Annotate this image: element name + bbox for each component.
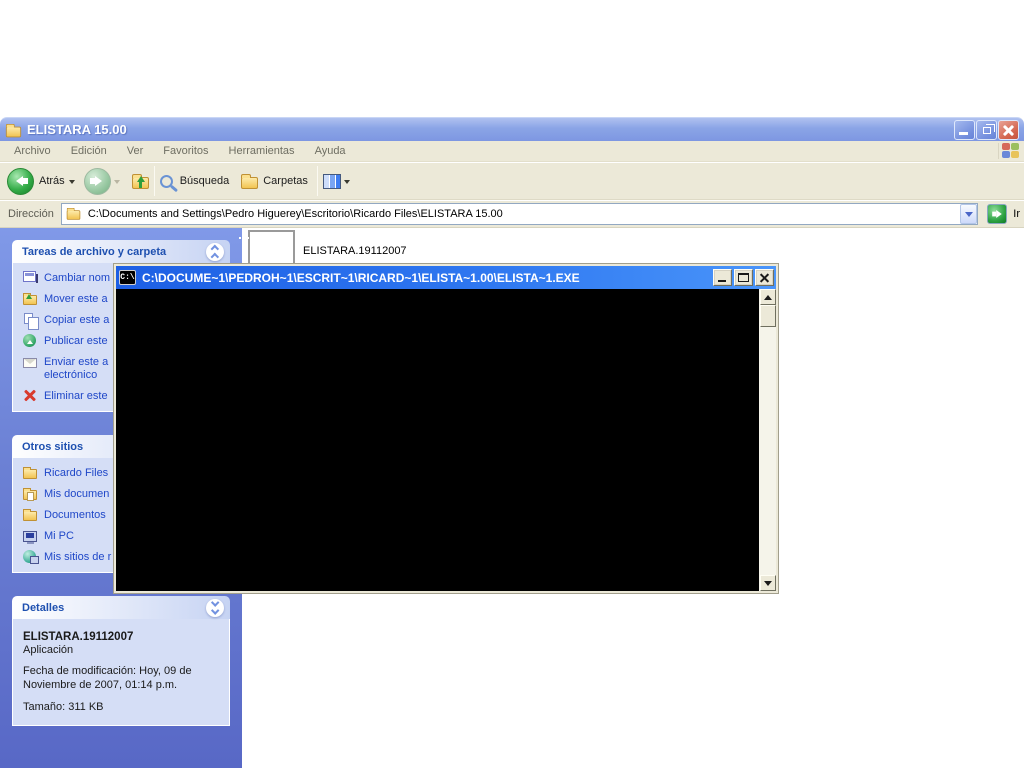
console-minimize-button[interactable]	[713, 269, 732, 286]
console-titlebar[interactable]: C:\ C:\DOCUME~1\PEDROH~1\ESCRIT~1\RICARD…	[116, 266, 776, 289]
collapse-button[interactable]	[206, 243, 224, 261]
address-bar: Dirección C:\Documents and Settings\Pedr…	[0, 200, 1024, 228]
go-button[interactable]	[987, 204, 1007, 224]
go-icon	[996, 210, 1006, 218]
details-modified: Fecha de modificación: Hoy, 09 de	[23, 665, 223, 679]
publish-icon	[21, 334, 38, 347]
minimize-icon	[718, 280, 726, 282]
maximize-icon	[738, 273, 749, 282]
copy-icon	[21, 313, 38, 324]
search-button[interactable]: Búsqueda	[160, 175, 234, 188]
folders-icon	[241, 177, 258, 189]
details-header[interactable]: Detalles	[12, 596, 230, 619]
scrollbar-thumb[interactable]	[760, 305, 776, 327]
forward-button[interactable]	[84, 168, 120, 195]
minimize-icon	[959, 132, 968, 135]
console-close-button[interactable]	[755, 269, 774, 286]
close-button[interactable]	[998, 120, 1019, 140]
console-scrollbar[interactable]	[759, 289, 776, 591]
panel-details: Detalles ELISTARA.19112007 Aplicación Fe…	[12, 596, 230, 726]
address-folder-icon	[67, 210, 81, 220]
details-file-name: ELISTARA.19112007	[23, 631, 223, 643]
toolbar: Atrás Búsqueda Carpetas	[0, 162, 1024, 200]
menu-ayuda[interactable]: Ayuda	[305, 142, 356, 160]
scroll-up-button[interactable]	[760, 289, 776, 305]
file-tasks-header[interactable]: Tareas de archivo y carpeta	[12, 240, 230, 263]
shared-documents-icon	[21, 508, 38, 521]
file-tasks-title: Tareas de archivo y carpeta	[22, 246, 206, 258]
folders-label: Carpetas	[263, 175, 308, 187]
console-maximize-button[interactable]	[734, 269, 753, 286]
cmd-icon: C:\	[119, 270, 136, 285]
go-label: Ir	[1013, 208, 1020, 220]
rename-icon	[21, 271, 38, 282]
folder-icon	[6, 126, 21, 137]
expand-button[interactable]	[206, 599, 224, 617]
details-title: Detalles	[22, 602, 206, 614]
details-file-type: Aplicación	[23, 644, 223, 656]
back-label: Atrás	[39, 175, 65, 187]
folder-icon	[21, 466, 38, 479]
forward-icon	[84, 168, 111, 195]
details-size: Tamaño: 311 KB	[23, 701, 223, 713]
network-places-icon	[21, 550, 38, 563]
folders-button[interactable]: Carpetas	[241, 173, 312, 189]
forward-dropdown-icon	[114, 180, 120, 187]
address-path[interactable]: C:\Documents and Settings\Pedro Higuerey…	[88, 208, 960, 220]
menu-edicion[interactable]: Edición	[61, 142, 117, 160]
scroll-down-button[interactable]	[760, 575, 776, 591]
toolbar-separator	[317, 166, 318, 196]
my-documents-icon	[21, 487, 38, 500]
restore-icon	[983, 127, 991, 134]
back-icon	[7, 168, 34, 195]
email-icon	[21, 355, 38, 368]
scroll-down-icon	[764, 581, 772, 590]
views-dropdown-icon[interactable]	[344, 180, 350, 187]
menu-favoritos[interactable]: Favoritos	[153, 142, 218, 160]
search-label: Búsqueda	[180, 175, 230, 187]
back-dropdown-icon[interactable]	[69, 180, 75, 187]
views-button[interactable]	[323, 174, 350, 189]
scroll-up-icon	[764, 291, 772, 300]
console-body	[116, 289, 776, 591]
toolbar-separator	[154, 166, 155, 196]
views-icon	[323, 174, 341, 189]
minimize-button[interactable]	[954, 120, 975, 140]
address-input[interactable]: C:\Documents and Settings\Pedro Higuerey…	[61, 203, 978, 225]
console-title: C:\DOCUME~1\PEDROH~1\ESCRIT~1\RICARD~1\E…	[142, 271, 711, 285]
search-icon	[160, 175, 173, 188]
delete-icon	[21, 389, 38, 402]
up-folder-icon	[132, 177, 149, 189]
window-title: ELISTARA 15.00	[27, 122, 953, 137]
restore-button[interactable]	[976, 120, 997, 140]
explorer-titlebar[interactable]: ELISTARA 15.00	[0, 117, 1024, 141]
windows-logo-icon	[998, 143, 1020, 159]
menu-bar: Archivo Edición Ver Favoritos Herramient…	[0, 141, 1024, 162]
chevron-down-icon	[211, 598, 219, 606]
details-body: ELISTARA.19112007 Aplicación Fecha de mo…	[12, 619, 230, 726]
menu-ver[interactable]: Ver	[117, 142, 154, 160]
console-window[interactable]: C:\ C:\DOCUME~1\PEDROH~1\ESCRIT~1\RICARD…	[113, 263, 779, 594]
my-computer-icon	[21, 529, 38, 542]
back-button[interactable]: Atrás	[7, 168, 75, 195]
console-output-area[interactable]	[116, 289, 759, 591]
move-icon	[21, 292, 38, 305]
menu-herramientas[interactable]: Herramientas	[219, 142, 305, 160]
up-button[interactable]	[132, 173, 149, 189]
address-dropdown-button[interactable]	[960, 204, 977, 224]
menu-archivo[interactable]: Archivo	[4, 142, 61, 160]
chevron-down-icon	[965, 212, 973, 221]
address-label: Dirección	[8, 208, 54, 220]
chevron-up-icon	[211, 244, 219, 252]
